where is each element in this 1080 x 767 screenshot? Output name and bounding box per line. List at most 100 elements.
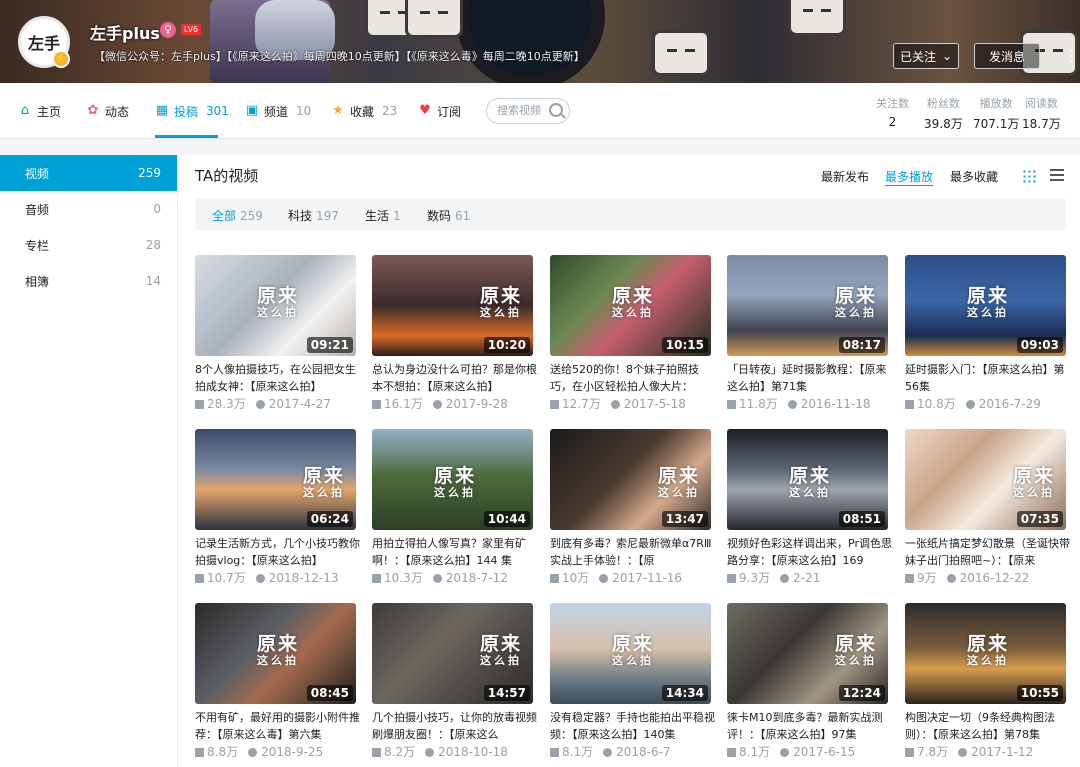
search-input[interactable]: 搜索视频 [486,98,570,124]
video-title[interactable]: 构图决定一切（9条经典构图法则）：【原来这么拍】第78集 [905,709,1070,743]
sidebar-item-albums[interactable]: 相簿 14 [0,263,177,299]
stat-followers[interactable]: 粉丝数 39.8万 [924,95,963,132]
sidebar-item-video[interactable]: 视频 259 [0,155,177,191]
video-card[interactable]: 原来 这么拍 07:35 一张纸片搞定梦幻散景（圣诞快带妹子出门拍照吧~）：【原来 9万… [905,429,1070,589]
tab-home[interactable]: ⌂ 主页 [18,101,61,121]
more-options-icon[interactable]: ⋮ [1063,43,1079,69]
video-title[interactable]: 视频好色彩这样调出来，Pr调色思路分享：【原来这么拍】169 [727,535,892,569]
video-title[interactable]: 记录生活新方式，几个小技巧教你拍摄vlog：【原来这么拍】 [195,535,360,569]
video-title[interactable]: 总认为身边没什么可拍？那是你根本不想拍：【原来这么拍】 [372,361,537,395]
play-count: 28.3万 [207,397,246,411]
video-card[interactable]: 原来 这么拍 12:24 徕卡M10到底多毒？最新实战测评！：【原来这么拍】97集 8.… [727,603,888,763]
video-thumbnail[interactable]: 原来 这么拍 10:55 [905,603,1066,704]
video-thumbnail[interactable]: 原来 这么拍 14:57 [372,603,533,704]
follow-button[interactable]: 已关注 ⌄ [893,43,959,69]
stat-following[interactable]: 关注数 2 [876,95,909,129]
video-card[interactable]: 原来 这么拍 14:34 没有稳定器？手持也能拍出平稳视频：【原来这么拍】140集 8.… [550,603,715,763]
clock-icon [780,748,790,757]
video-title[interactable]: 用拍立得拍人像写真？家里有矿啊！：【原来这么拍】144 集 [372,535,537,569]
video-thumbnail[interactable]: 原来 这么拍 09:03 [905,255,1066,356]
filter-digital[interactable]: 数码 61 [427,207,470,224]
video-card[interactable]: 原来 这么拍 14:57 几个拍摄小技巧，让你的放毒视频刷爆朋友圈！：【原来这么 8.2… [372,603,537,763]
video-card[interactable]: 原来 这么拍 10:15 送给520的你！8个妹子拍照技巧，在小区轻松拍人像大片： 12… [550,255,711,415]
tab-uploads[interactable]: ▦ 投稿 301 [155,101,229,121]
upload-date: 2017-1-12 [971,745,1034,759]
message-button[interactable]: 发消息 [974,43,1040,69]
video-card[interactable]: 原来 这么拍 08:17 「日转夜」延时摄影教程：【原来这么拍】第71集 11.8万 20… [727,255,888,415]
stat-value: 39.8万 [924,117,963,131]
clock-icon [603,748,613,757]
video-title[interactable]: 「日转夜」延时摄影教程：【原来这么拍】第71集 [727,361,892,395]
video-title[interactable]: 几个拍摄小技巧，让你的放毒视频刷爆朋友圈！：【原来这么 [372,709,537,743]
play-count: 10.7万 [207,571,246,585]
video-thumbnail[interactable]: 原来 这么拍 14:34 [550,603,711,704]
watermark-logo: 原来 这么拍 [835,633,878,666]
video-duration: 08:45 [306,685,353,701]
video-card[interactable]: 原来 这么拍 10:44 用拍立得拍人像写真？家里有矿啊！：【原来这么拍】144 集1… [372,429,533,589]
play-count: 11.8万 [739,397,778,411]
video-thumbnail[interactable]: 原来 这么拍 08:51 [727,429,888,530]
video-title[interactable]: 延时摄影入门：【原来这么拍】第56集 [905,361,1070,395]
upload-date: 2017-11-16 [612,571,683,585]
tab-count: 10 [296,104,312,118]
watermark-logo: 原来 这么拍 [303,465,346,498]
filter-all[interactable]: 全部 259 [212,207,263,224]
sidebar-item-audio[interactable]: 音频 0 [0,191,177,227]
video-thumbnail[interactable]: 原来 这么拍 10:20 [372,255,533,356]
video-thumbnail[interactable]: 原来 这么拍 09:21 [195,255,356,356]
list-view-icon[interactable] [1050,169,1064,183]
filter-count: 197 [316,209,339,223]
watermark-logo: 原来 这么拍 [967,634,1009,666]
tab-favorites[interactable]: ★ 收藏 23 [331,101,397,121]
watermark-big: 原来 [480,633,523,655]
video-thumbnail[interactable]: 原来 这么拍 13:47 [550,429,711,530]
sidebar-item-articles[interactable]: 专栏 28 [0,227,177,263]
video-thumbnail[interactable]: 原来 这么拍 10:15 [550,255,711,356]
video-card[interactable]: 原来 这么拍 13:47 到底有多毒？索尼最新微单α7RⅢ实战上手体验！：【原 10万 2… [550,429,711,589]
video-card[interactable]: 原来 这么拍 10:55 构图决定一切（9条经典构图法则）：【原来这么拍】第78集 7.… [905,603,1066,763]
stat-label: 关注数 [876,97,909,110]
play-count: 8.2万 [384,745,416,759]
tab-subscriptions[interactable]: ♥ 订阅 [418,101,461,121]
watermark-big: 原来 [303,465,346,487]
video-thumbnail[interactable]: 原来 这么拍 12:24 [727,603,888,704]
upload-date: 2-21 [793,571,821,585]
video-thumbnail[interactable]: 原来 这么拍 10:44 [372,429,533,530]
video-card[interactable]: 原来 这么拍 09:21 8个人像拍摄技巧，在公园把女生拍成女神：【原来这么拍】 28.… [195,255,356,415]
sort-most-played[interactable]: 最多播放 [885,168,934,186]
video-title[interactable]: 没有稳定器？手持也能拍出平稳视频：【原来这么拍】140集 [550,709,715,743]
video-card[interactable]: 原来 这么拍 06:24 记录生活新方式，几个小技巧教你拍摄vlog：【原来这么拍】 1… [195,429,360,589]
video-card[interactable]: 原来 这么拍 08:51 视频好色彩这样调出来，Pr调色思路分享：【原来这么拍】169… [727,429,892,589]
video-meta: 7.8万 2017-1-12 [905,743,1033,760]
search-icon[interactable] [549,103,563,117]
video-title[interactable]: 到底有多毒？索尼最新微单α7RⅢ实战上手体验！：【原 [550,535,715,569]
sort-latest[interactable]: 最新发布 [821,168,869,185]
video-thumbnail[interactable]: 原来 这么拍 08:17 [727,255,888,356]
video-card[interactable]: 原来 这么拍 08:45 不用有矿，最好用的摄影小附件推荐：【原来这么毒】第六集 8.8… [195,603,360,763]
video-title[interactable]: 送给520的你！8个妹子拍照技巧，在小区轻松拍人像大片： [550,361,715,395]
tab-channels[interactable]: ▣ 频道 10 [245,101,311,121]
watermark-logo: 原来 这么拍 [967,286,1009,318]
video-thumbnail[interactable]: 原来 这么拍 07:35 [905,429,1066,530]
filter-life[interactable]: 生活 1 [365,207,401,224]
grid-view-icon[interactable] [1022,169,1036,183]
video-title[interactable]: 不用有矿，最好用的摄影小附件推荐：【原来这么毒】第六集 [195,709,360,743]
video-title[interactable]: 徕卡M10到底多毒？最新实战测评！：【原来这么拍】97集 [727,709,892,743]
watermark-big: 原来 [835,633,878,655]
video-card[interactable]: 原来 这么拍 09:03 延时摄影入门：【原来这么拍】第56集 10.8万 2016-7-… [905,255,1066,415]
tab-activity[interactable]: ✿ 动态 [86,101,129,121]
avatar[interactable]: 左手 ⚡ [18,16,70,68]
play-count: 8.8万 [207,745,239,759]
sidebar-item-label: 音频 [25,202,50,217]
video-title[interactable]: 一张纸片搞定梦幻散景（圣诞快带妹子出门拍照吧~）：【原来 [905,535,1070,569]
filter-tech[interactable]: 科技 197 [288,207,339,224]
video-card[interactable]: 原来 这么拍 10:20 总认为身边没什么可拍？那是你根本不想拍：【原来这么拍】 16.… [372,255,537,415]
video-title[interactable]: 8个人像拍摄技巧，在公园把女生拍成女神：【原来这么拍】 [195,361,360,395]
video-duration: 14:34 [661,685,708,701]
video-meta: 9万 2016-12-22 [905,569,1029,586]
follow-label: 已关注 [899,49,936,64]
active-tab-underline [155,135,218,138]
video-thumbnail[interactable]: 原来 这么拍 06:24 [195,429,356,530]
video-thumbnail[interactable]: 原来 这么拍 08:45 [195,603,356,704]
sort-most-favorited[interactable]: 最多收藏 [950,168,998,185]
